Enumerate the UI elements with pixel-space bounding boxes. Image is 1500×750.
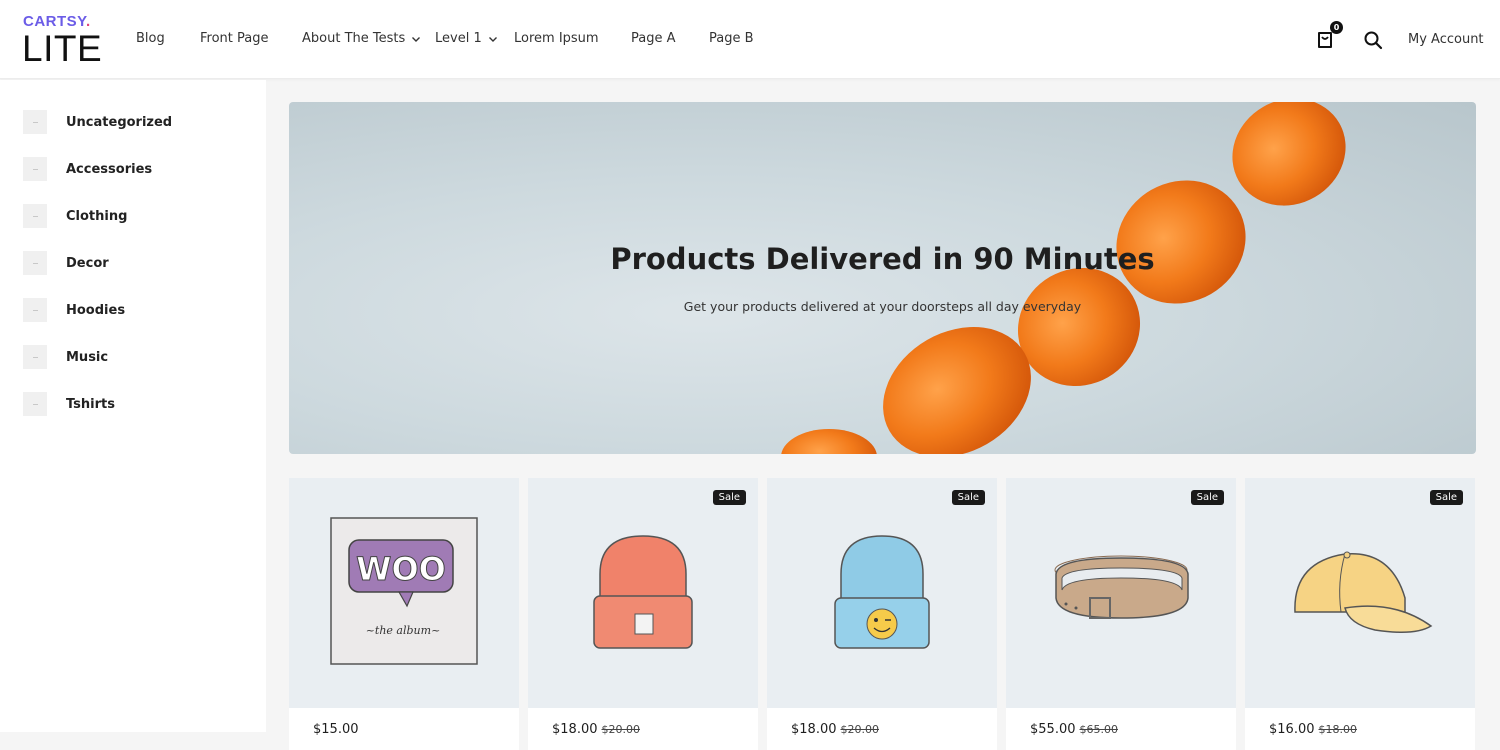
category-thumbnail xyxy=(23,251,47,275)
product-card[interactable]: Sale $18.00 $20.00 xyxy=(767,478,997,750)
product-image: Sale xyxy=(528,478,758,708)
my-account-link[interactable]: My Account xyxy=(1408,32,1484,47)
sale-badge: Sale xyxy=(1429,490,1463,505)
category-label: Tshirts xyxy=(66,396,115,412)
category-item-music[interactable]: Music xyxy=(23,345,108,369)
category-thumbnail xyxy=(23,204,47,228)
category-label: Clothing xyxy=(66,208,128,224)
category-item-decor[interactable]: Decor xyxy=(23,251,109,275)
category-thumbnail xyxy=(23,345,47,369)
chevron-down-icon xyxy=(488,36,497,42)
product-card[interactable]: Sale $16.00 $18.00 xyxy=(1245,478,1475,750)
search-icon xyxy=(1364,31,1383,50)
product-image: Sale xyxy=(1006,478,1236,708)
category-thumbnail xyxy=(23,298,47,322)
site-header: CARTSY. LITE Blog Front Page About The T… xyxy=(0,0,1500,79)
beanie-icon xyxy=(593,535,693,649)
svg-text:~the album~: ~the album~ xyxy=(366,624,441,637)
product-price: $16.00 $18.00 xyxy=(1269,722,1357,737)
sale-badge: Sale xyxy=(951,490,985,505)
category-item-tshirts[interactable]: Tshirts xyxy=(23,392,115,416)
product-price: $18.00 $20.00 xyxy=(791,722,879,737)
chevron-down-icon xyxy=(412,36,421,42)
beanie-with-logo-icon xyxy=(834,535,930,649)
nav-item-page-a[interactable]: Page A xyxy=(631,31,676,46)
cart-count-badge: 0 xyxy=(1330,21,1343,34)
category-item-clothing[interactable]: Clothing xyxy=(23,204,127,228)
product-image: Sale xyxy=(767,478,997,708)
category-item-hoodies[interactable]: Hoodies xyxy=(23,298,125,322)
product-image: WOO ~the album~ xyxy=(289,478,519,708)
hero-banner: Products Delivered in 90 Minutes Get you… xyxy=(289,102,1476,454)
nav-item-level-1[interactable]: Level 1 xyxy=(435,31,498,46)
nav-item-front-page[interactable]: Front Page xyxy=(200,31,269,46)
carrot-pieces-image xyxy=(781,102,1346,454)
product-image: Sale xyxy=(1245,478,1475,708)
product-card[interactable]: WOO ~the album~ $15.00 xyxy=(289,478,519,750)
category-label: Music xyxy=(66,349,109,365)
nav-item-lorem-ipsum[interactable]: Lorem Ipsum xyxy=(514,31,599,46)
hero-subtitle: Get your products delivered at your door… xyxy=(683,299,1082,314)
category-thumbnail xyxy=(23,110,47,134)
sale-badge: Sale xyxy=(1190,490,1224,505)
nav-item-about-the-tests[interactable]: About The Tests xyxy=(302,31,421,46)
svg-text:WOO: WOO xyxy=(356,550,446,588)
product-price: $18.00 $20.00 xyxy=(552,722,640,737)
product-price: $55.00 $65.00 xyxy=(1030,722,1118,737)
hero-title: Products Delivered in 90 Minutes xyxy=(610,242,1155,276)
category-item-uncategorized[interactable]: Uncategorized xyxy=(23,110,172,134)
cart-button[interactable]: 0 xyxy=(1316,21,1344,50)
woo-album-icon: WOO ~the album~ xyxy=(330,517,478,665)
product-price: $15.00 xyxy=(313,722,359,737)
category-thumbnail xyxy=(23,157,47,181)
nav-item-page-b[interactable]: Page B xyxy=(709,31,754,46)
category-label: Hoodies xyxy=(66,302,126,318)
category-item-accessories[interactable]: Accessories xyxy=(23,157,152,181)
logo-brand-bottom: LITE xyxy=(22,28,103,69)
sale-badge: Sale xyxy=(712,490,746,505)
category-label: Accessories xyxy=(66,161,153,177)
category-thumbnail xyxy=(23,392,47,416)
product-card[interactable]: Sale $55.00 $65.00 xyxy=(1006,478,1236,750)
category-sidebar: Uncategorized Accessories Clothing Decor… xyxy=(0,80,266,732)
category-label: Decor xyxy=(66,255,109,271)
belt-icon xyxy=(1054,555,1189,619)
site-logo[interactable]: CARTSY. LITE xyxy=(22,13,102,68)
product-card[interactable]: Sale $18.00 $20.00 xyxy=(528,478,758,750)
nav-item-blog[interactable]: Blog xyxy=(136,31,165,46)
category-label: Uncategorized xyxy=(66,114,173,130)
search-button[interactable] xyxy=(1363,30,1383,50)
cap-icon xyxy=(1294,551,1433,633)
